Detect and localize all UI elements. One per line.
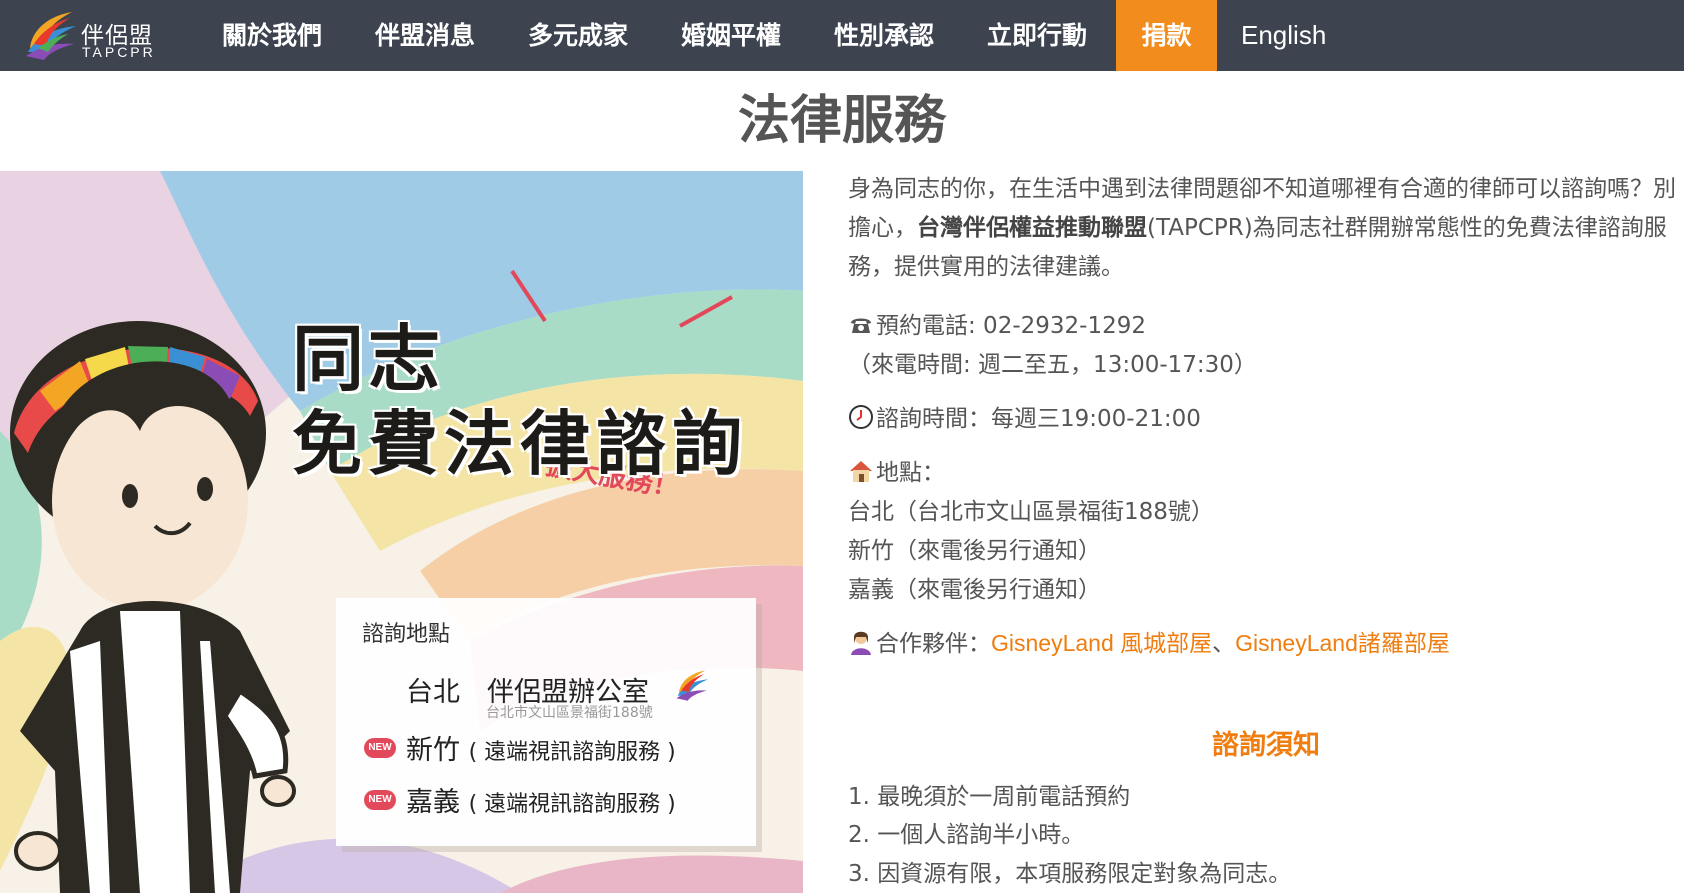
partners-line: 合作夥伴：GisneyLand 風城部屋、GisneyLand諸羅部屋 [848, 624, 1450, 658]
new-badge: NEW [364, 738, 396, 758]
partner-link-chiayi[interactable]: GisneyLand諸羅部屋 [1235, 630, 1450, 656]
house-icon [850, 461, 872, 482]
location-label-line: 地點： [848, 453, 945, 487]
consult-time-line: 諮詢時間：每週三19:00-21:00 [848, 399, 1201, 433]
phone-line: 預約電話: 02-2932-1292 [848, 306, 1146, 340]
partner-link-hsinchu[interactable]: GisneyLand 風城部屋 [991, 630, 1212, 656]
location-taipei: 台北（台北市文山區景福街188號） [848, 499, 1214, 525]
notice-title: 諮詢須知 [1212, 730, 1320, 761]
logo-subtitle: TAPCPR [82, 44, 156, 60]
nav-gender-recognition[interactable]: 性別承認 [834, 0, 934, 71]
poster-headline-2: 免費法律諮詢 [292, 402, 748, 485]
phone-hours: （來電時間: 週二至五，13:00-17:30） [848, 352, 1257, 378]
poster-location-chiayi: 嘉義 ( 遠端視訊諮詢服務 ) [406, 780, 676, 819]
top-navbar: 伴侶盟 TAPCPR 關於我們 伴盟消息 多元成家 婚姻平權 性別承認 立即行動… [0, 0, 1684, 71]
poster-locations-card: 諮詢地點 台北 伴侶盟辦公室 台北市文山區景福街188號 NEW 新竹 ( 遠端… [336, 598, 756, 846]
page-title: 法律服務 [737, 91, 946, 151]
nav-diverse-family[interactable]: 多元成家 [528, 0, 628, 71]
notice-item: 1. 最晚須於一周前電話預約 [848, 784, 1131, 810]
nav-english[interactable]: English [1241, 0, 1326, 71]
nav-donate-button[interactable]: 捐款 [1116, 0, 1217, 71]
notice-item: 3. 因資源有限，本項服務限定對象為同志。 [848, 861, 1292, 887]
poster-remote-note: ( 遠端視訊諮詢服務 ) [468, 792, 676, 817]
nav-news[interactable]: 伴盟消息 [375, 0, 475, 71]
location-chiayi: 嘉義（來電後另行通知） [848, 577, 1101, 603]
poster-location-hsinchu: 新竹 ( 遠端視訊諮詢服務 ) [406, 728, 676, 767]
location-label: 地點： [876, 460, 945, 486]
consult-time: 諮詢時間：每週三19:00-21:00 [876, 406, 1201, 432]
clock-icon [849, 405, 873, 429]
poster-chiayi-label: 嘉義 [406, 787, 460, 818]
site-logo[interactable]: 伴侶盟 TAPCPR [26, 6, 156, 64]
logo-icon [676, 670, 708, 701]
nav-about[interactable]: 關於我們 [222, 0, 322, 71]
partner-icon [851, 631, 871, 655]
partners-label: 合作夥伴： [876, 631, 991, 657]
nav-take-action[interactable]: 立即行動 [987, 0, 1087, 71]
nav-marriage-equality[interactable]: 婚姻平權 [681, 0, 781, 71]
new-badge: NEW [364, 790, 396, 810]
logo-icon [26, 12, 76, 60]
phone-number: 預約電話: 02-2932-1292 [876, 313, 1146, 339]
partner-separator: 、 [1212, 631, 1236, 657]
poster-locations-title: 諮詢地點 [362, 622, 451, 647]
poster-hsinchu-label: 新竹 [406, 735, 460, 766]
location-hsinchu: 新竹（來電後另行通知） [848, 538, 1101, 564]
notice-item: 2. 一個人諮詢半小時。 [848, 822, 1085, 848]
poster-remote-note: ( 遠端視訊諮詢服務 ) [468, 740, 676, 765]
phone-icon [851, 318, 871, 333]
org-name: 台灣伴侶權益推動聯盟 [917, 215, 1147, 241]
intro-paragraph: 身為同志的你，在生活中遇到法律問題卻不知道哪裡有合適的律師可以諮詢嗎？別擔心，台… [848, 170, 1684, 287]
poster-taipei-address: 台北市文山區景福街188號 [486, 705, 653, 721]
